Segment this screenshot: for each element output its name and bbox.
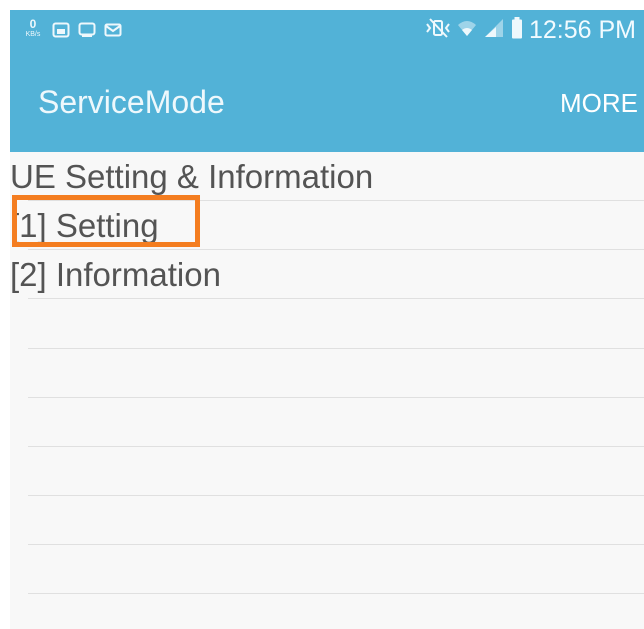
empty-row-divider <box>28 495 644 496</box>
gallery-icon <box>52 22 70 38</box>
empty-row-divider <box>28 348 644 349</box>
divider <box>28 298 644 299</box>
service-mode-screen: 0 KB/s 12:56 PM ServiceMode MORE UE Sett… <box>10 10 644 629</box>
app-bar: ServiceMode MORE <box>10 50 644 152</box>
list-header: UE Setting & Information <box>10 158 374 195</box>
list-item-label: [1] Setting <box>10 207 159 244</box>
list-item-setting[interactable]: [1] Setting <box>10 201 644 250</box>
data-speed-unit: KB/s <box>25 31 41 38</box>
status-bar: 0 KB/s 12:56 PM <box>10 10 644 50</box>
list-item-information[interactable]: [2] Information <box>10 250 644 299</box>
empty-row-divider <box>28 397 644 398</box>
page-title: ServiceMode <box>38 84 225 120</box>
cast-icon <box>78 22 96 38</box>
empty-row-divider <box>28 544 644 545</box>
more-button[interactable]: MORE <box>560 89 638 117</box>
list-item-label: [2] Information <box>10 256 221 293</box>
data-speed-value: 0 <box>29 17 37 31</box>
mute-vibrate-icon <box>425 17 451 43</box>
battery-icon <box>511 16 523 44</box>
status-left-icons: 0 KB/s <box>22 18 122 42</box>
status-clock: 12:56 PM <box>528 15 636 44</box>
status-right-icons: 12:56 PM <box>425 15 636 44</box>
menu-list: UE Setting & Information [1] Setting [2]… <box>10 152 644 629</box>
signal-icon <box>483 18 505 43</box>
empty-row-divider <box>28 446 644 447</box>
wifi-icon <box>457 18 477 43</box>
list-header-row: UE Setting & Information <box>10 152 644 201</box>
mail-icon <box>104 22 122 38</box>
data-speed-indicator: 0 KB/s <box>22 18 44 42</box>
empty-row-divider <box>28 593 644 594</box>
